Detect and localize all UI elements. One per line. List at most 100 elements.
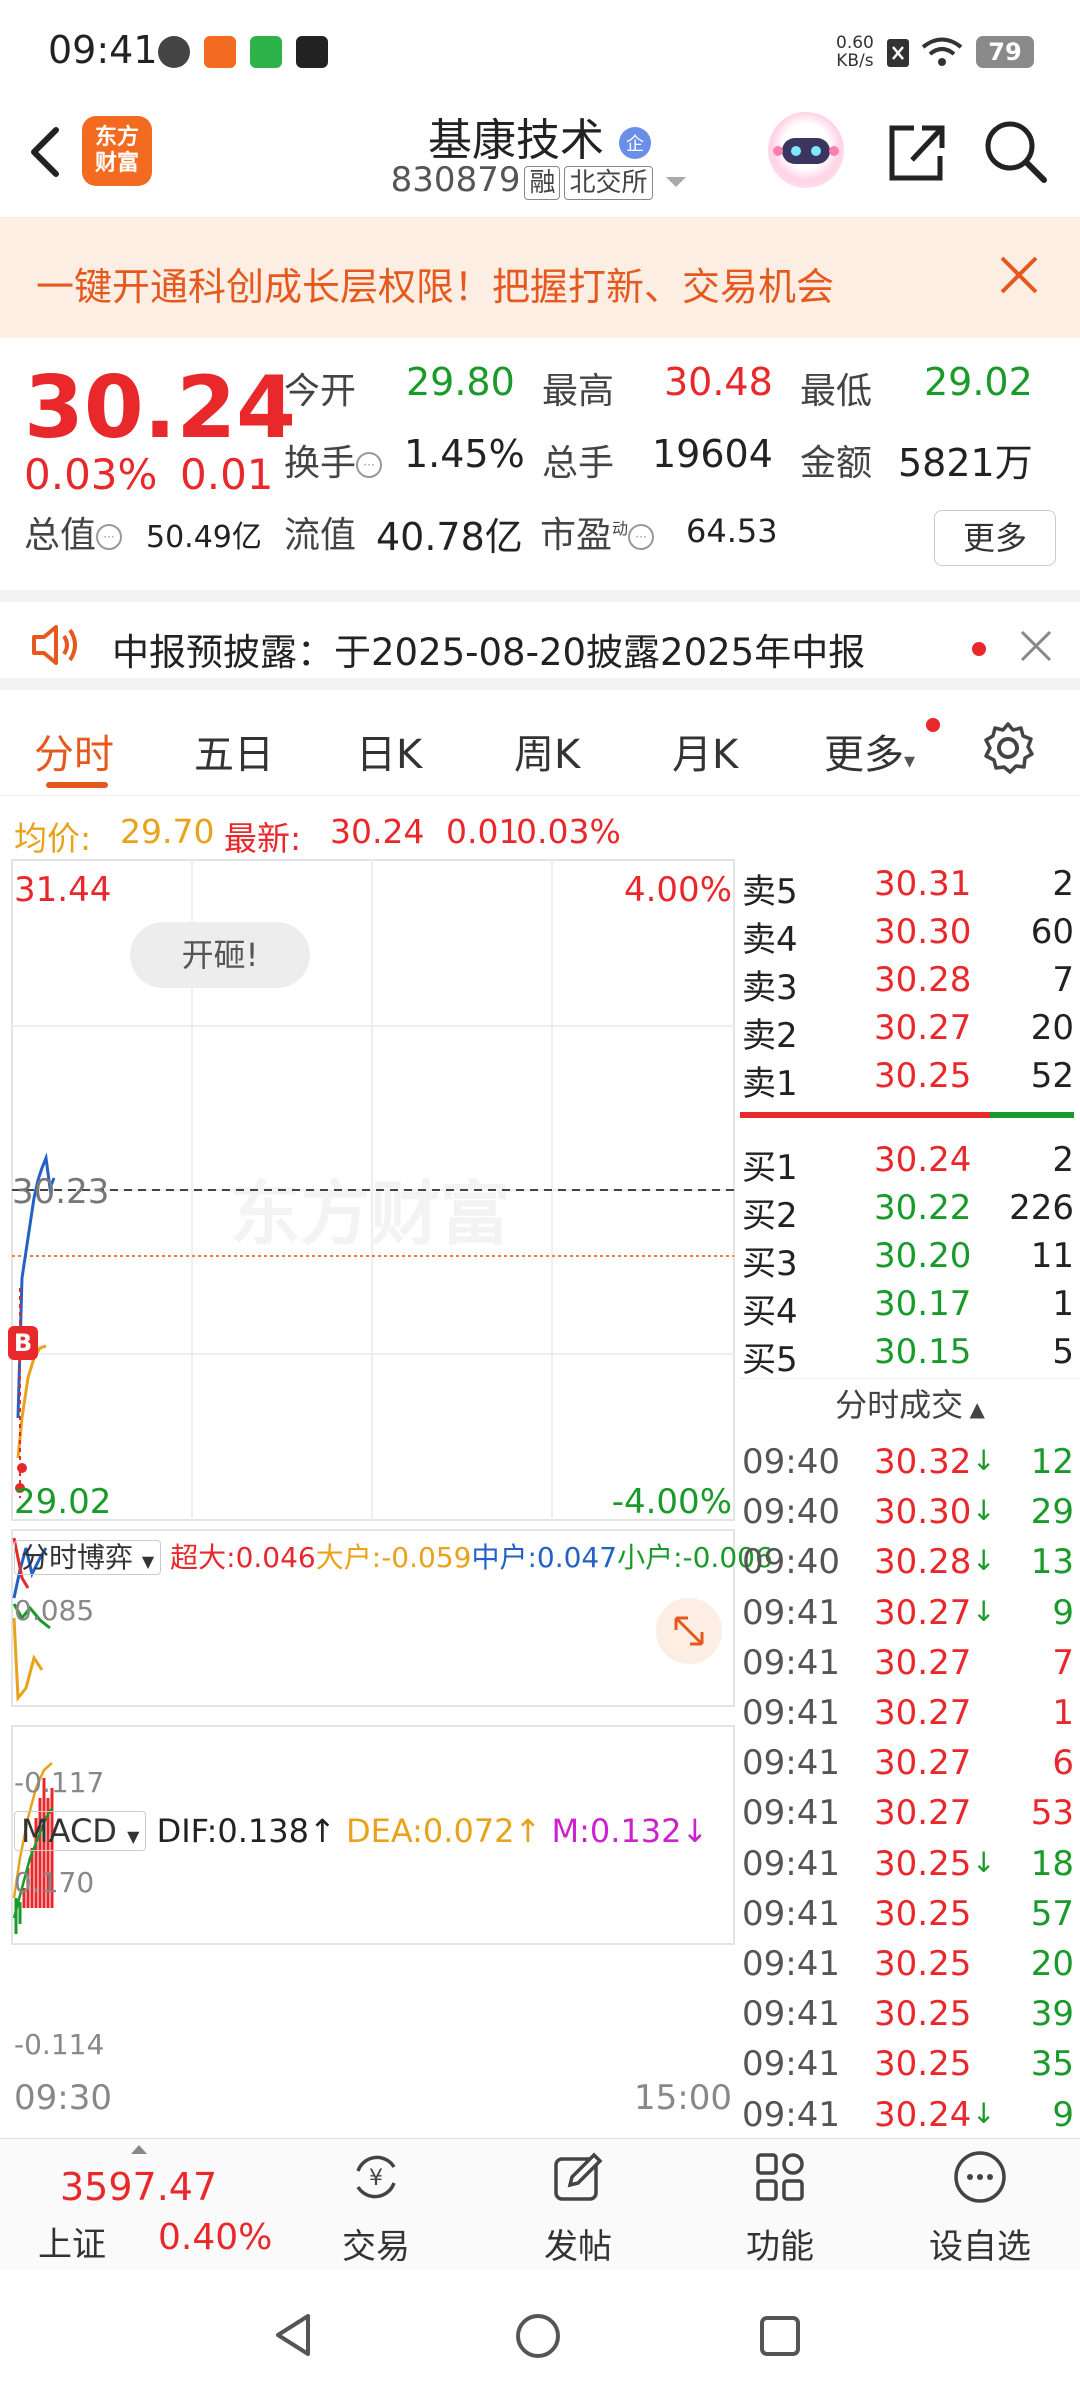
arrow-up-icon: ↑	[308, 1812, 336, 1850]
trade-row: 09:41 30.27 1	[740, 1687, 1080, 1737]
bid-row: 买4 30.17 1	[740, 1278, 1080, 1332]
nav-functions[interactable]: 功能	[710, 2149, 850, 2268]
y-axis-min: 29.02	[14, 1482, 112, 1522]
net-speed-unit: KB/s	[836, 51, 874, 71]
search-icon[interactable]	[980, 116, 1050, 186]
close-icon[interactable]	[1018, 628, 1054, 664]
nav-home-icon[interactable]	[514, 2312, 562, 2360]
net-speed: 0.60 KB/s	[836, 34, 874, 70]
nav-back-icon[interactable]	[272, 2312, 316, 2358]
flow-mid-value: 0.047	[536, 1541, 618, 1574]
index-change-pct[interactable]: 0.40%	[158, 2217, 272, 2258]
pe-value: 64.53	[686, 512, 778, 550]
ask-volume: 52	[1030, 1056, 1074, 1096]
caret-up-icon	[131, 2145, 147, 2154]
svg-text:¥: ¥	[369, 2166, 383, 2191]
chat-bubble[interactable]: 开砸!	[130, 922, 310, 988]
quote-panel: 30.24 0.03% 0.01 今开 29.80 最高 30.48 最低 29…	[0, 338, 1080, 588]
tab-weekly-k[interactable]: 周K	[514, 722, 580, 780]
trade-time: 09:41	[742, 1944, 840, 1984]
stock-code: 830879	[390, 160, 521, 200]
caret-down-icon: ▾	[904, 749, 916, 774]
tab-more[interactable]: 更多▾	[824, 722, 915, 780]
bid-volume: 226	[1009, 1188, 1074, 1228]
bid-volume: 1	[1052, 1284, 1074, 1324]
mktcap-label: 总值 ···	[24, 506, 123, 558]
more-quote-button[interactable]: 更多	[934, 510, 1056, 566]
trade-row: 09:41 30.27 53	[740, 1787, 1080, 1837]
trade-direction-arrow-icon: ↓	[972, 1544, 996, 1578]
share-icon[interactable]	[884, 116, 948, 186]
bid-row: 买5 30.15 5	[740, 1326, 1080, 1380]
tab-daily-k[interactable]: 日K	[356, 722, 422, 780]
nav-recents-icon[interactable]	[758, 2314, 802, 2358]
info-icon[interactable]: ···	[628, 524, 655, 550]
fund-flow-legend: 分时博弈 ▼ 超大:0.046大户:-0.059中户:0.047小户:-0.00…	[14, 1536, 773, 1576]
macd-legend: MACD ▼ DIF:0.138↑ DEA:0.072↑ M:0.132↓	[14, 1811, 708, 1851]
open-value: 29.80	[406, 360, 515, 404]
arrow-up-icon: ↑	[514, 1812, 542, 1850]
notice-bar[interactable]: 中报预披露：于2025-08-20披露2025年中报	[0, 590, 1080, 690]
stock-name: 基康技术	[428, 115, 604, 166]
trade-price: 30.25	[874, 2044, 972, 2085]
nav-post[interactable]: 发帖	[508, 2149, 648, 2268]
macd-select[interactable]: MACD ▼	[14, 1811, 147, 1851]
close-icon[interactable]	[992, 248, 1046, 302]
dropdown-caret-icon[interactable]	[663, 172, 689, 192]
trade-price: 30.32	[874, 1442, 972, 1482]
trade-price: 30.27	[874, 1642, 972, 1683]
dif-label: DIF:	[156, 1812, 218, 1850]
tab-monthly-k[interactable]: 月K	[672, 722, 738, 780]
trade-row: 09:41 30.25 57	[740, 1888, 1080, 1938]
ask-row: 卖1 30.25 52	[740, 1050, 1080, 1104]
trade-price: 30.25	[874, 1893, 972, 1934]
ask-volume: 60	[1030, 912, 1074, 952]
settings-gear-icon[interactable]	[980, 720, 1036, 776]
latest-change-amt: 0.01	[446, 812, 520, 851]
ask-row: 卖5 30.31 2	[740, 858, 1080, 912]
trade-ticker-header[interactable]: 分时成交 ▲	[740, 1378, 1080, 1434]
turnover-value: 1.45%	[404, 432, 525, 476]
flow-mid-label: 中户:	[471, 1541, 537, 1574]
trade-ticker[interactable]: 分时成交 ▲ 09:40 30.32 ↓ 12 09:40 30.30 ↓ 29 09:40 30…	[740, 1378, 1080, 2135]
trade-time: 09:41	[742, 2094, 840, 2135]
trade-time: 09:41	[742, 1642, 840, 1683]
enterprise-badge-icon: 企	[619, 127, 651, 159]
nav-trade[interactable]: ¥ 交易	[306, 2149, 446, 2268]
robot-assistant-icon[interactable]	[768, 112, 844, 188]
float-value: 40.78亿	[376, 515, 523, 559]
trade-direction-arrow-icon: ↓	[972, 2096, 996, 2130]
bid-price: 30.24	[874, 1140, 972, 1180]
pe-label-text: 市盈	[540, 515, 613, 556]
ask-label: 卖1	[742, 1064, 798, 1104]
flow-super-value: 0.046	[235, 1541, 316, 1574]
info-icon[interactable]: ···	[96, 524, 123, 550]
bid-price: 30.17	[874, 1284, 972, 1324]
buy-marker[interactable]: B	[8, 1326, 38, 1360]
ask-row: 卖4 30.30 60	[740, 906, 1080, 960]
system-nav-bar	[0, 2270, 1080, 2400]
promo-banner[interactable]: 一键开通科创成长层权限！把握打新、交易机会	[0, 218, 1080, 338]
ask-row: 卖3 30.28 7	[740, 954, 1080, 1008]
info-icon[interactable]: ···	[356, 452, 383, 478]
index-name[interactable]: 上证	[38, 2217, 106, 2266]
expand-icon[interactable]	[656, 1598, 722, 1664]
chart-tabs: 分时 五日 日K 周K 月K 更多▾	[0, 700, 1080, 796]
flow-small-label: 小户:	[617, 1541, 683, 1574]
tab-active-indicator	[46, 782, 108, 788]
amount-value: 5821万	[898, 441, 1033, 485]
nav-add-watchlist[interactable]: 设自选	[910, 2149, 1050, 2268]
dif-value: 0.138	[217, 1812, 309, 1850]
trade-volume: 29	[1030, 1492, 1074, 1533]
trade-direction-arrow-icon: ↓	[972, 1494, 996, 1528]
index-value[interactable]: 3597.47	[60, 2165, 217, 2209]
tab-intraday[interactable]: 分时	[34, 722, 114, 780]
caret-down-icon: ▼	[127, 1827, 140, 1846]
fund-flow-select[interactable]: 分时博弈 ▼	[14, 1540, 162, 1575]
intraday-chart[interactable]: 东方财富 31.44 4.00% 开砸! 30.23 B 29.02 -4.00…	[0, 858, 773, 2128]
nav-add-watchlist-label: 设自选	[929, 2227, 1031, 2267]
caret-up-icon: ▲	[963, 1397, 985, 1421]
flow-large-value: -0.059	[381, 1541, 472, 1574]
tab-five-day[interactable]: 五日	[194, 722, 274, 780]
trade-row: 09:41 30.27 7	[740, 1637, 1080, 1687]
